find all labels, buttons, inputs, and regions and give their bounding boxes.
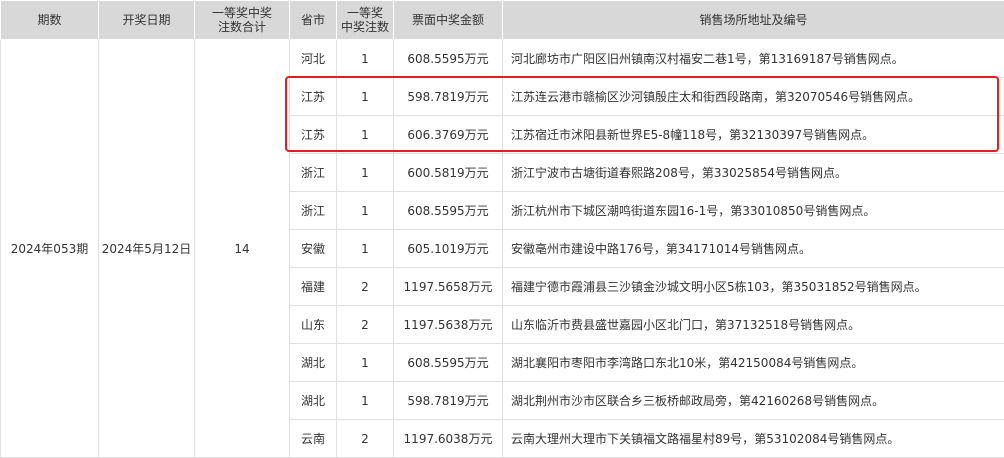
amount-cell: 600.5819万元 <box>394 154 503 192</box>
address-cell: 湖北襄阳市枣阳市李湾路口东北10米，第42150084号销售网点。 <box>503 344 1004 382</box>
count-cell: 1 <box>337 78 394 116</box>
address-cell: 江苏连云港市赣榆区沙河镇殷庄太和街西段路南，第32070546号销售网点。 <box>503 78 1004 116</box>
header-total-line2: 注数合计 <box>195 20 289 34</box>
header-total: 一等奖中奖 注数合计 <box>195 1 290 40</box>
address-cell: 浙江杭州市下城区潮鸣街道东园16-1号，第33010850号销售网点。 <box>503 192 1004 230</box>
draw-date-cell: 2024年5月12日 <box>99 40 195 458</box>
amount-cell: 598.7819万元 <box>394 78 503 116</box>
amount-cell: 605.1019万元 <box>394 230 503 268</box>
amount-cell: 608.5595万元 <box>394 344 503 382</box>
province-cell: 福建 <box>290 268 337 306</box>
count-cell: 2 <box>337 306 394 344</box>
province-cell: 湖北 <box>290 344 337 382</box>
province-cell: 湖北 <box>290 382 337 420</box>
amount-cell: 598.7819万元 <box>394 382 503 420</box>
address-cell: 浙江宁波市古塘街道春熙路208号，第33025854号销售网点。 <box>503 154 1004 192</box>
province-cell: 河北 <box>290 40 337 78</box>
header-row: 期数 开奖日期 一等奖中奖 注数合计 省市 一等奖 中奖注数 票面中奖金额 销售… <box>1 1 1004 40</box>
amount-cell: 1197.6038万元 <box>394 420 503 458</box>
header-total-line1: 一等奖中奖 <box>195 6 289 20</box>
count-cell: 1 <box>337 192 394 230</box>
province-cell: 安徽 <box>290 230 337 268</box>
table-row: 2024年053期 2024年5月12日 14 河北 1 608.5595万元 … <box>1 40 1004 78</box>
count-cell: 1 <box>337 154 394 192</box>
address-cell: 江苏宿迁市沭阳县新世界E5-8幢118号，第32130397号销售网点。 <box>503 116 1004 154</box>
header-count-line1: 一等奖 <box>337 6 393 20</box>
header-amount: 票面中奖金额 <box>394 1 503 40</box>
header-period: 期数 <box>1 1 99 40</box>
amount-cell: 608.5595万元 <box>394 192 503 230</box>
count-cell: 1 <box>337 344 394 382</box>
amount-cell: 608.5595万元 <box>394 40 503 78</box>
amount-cell: 606.3769万元 <box>394 116 503 154</box>
address-cell: 云南大理州大理市下关镇福文路福星村89号，第53102084号销售网点。 <box>503 420 1004 458</box>
amount-cell: 1197.5638万元 <box>394 306 503 344</box>
address-cell: 安徽亳州市建设中路176号，第34171014号销售网点。 <box>503 230 1004 268</box>
header-count: 一等奖 中奖注数 <box>337 1 394 40</box>
header-count-line2: 中奖注数 <box>337 20 393 34</box>
count-cell: 1 <box>337 230 394 268</box>
count-cell: 2 <box>337 268 394 306</box>
address-cell: 湖北荆州市沙市区联合乡三板桥邮政局旁，第42160268号销售网点。 <box>503 382 1004 420</box>
period-cell: 2024年053期 <box>1 40 99 458</box>
address-cell: 福建宁德市霞浦县三沙镇金沙城文明小区5栋103，第35031852号销售网点。 <box>503 268 1004 306</box>
count-cell: 2 <box>337 420 394 458</box>
count-cell: 1 <box>337 382 394 420</box>
total-cell: 14 <box>195 40 290 458</box>
province-cell: 云南 <box>290 420 337 458</box>
address-cell: 山东临沂市费县盛世嘉园小区北门口，第37132518号销售网点。 <box>503 306 1004 344</box>
page: 期数 开奖日期 一等奖中奖 注数合计 省市 一等奖 中奖注数 票面中奖金额 销售… <box>0 0 1004 456</box>
header-address: 销售场所地址及编号 <box>503 1 1004 40</box>
province-cell: 江苏 <box>290 116 337 154</box>
address-cell: 河北廊坊市广阳区旧州镇南汉村福安二巷1号，第13169187号销售网点。 <box>503 40 1004 78</box>
province-cell: 浙江 <box>290 154 337 192</box>
count-cell: 1 <box>337 116 394 154</box>
count-cell: 1 <box>337 40 394 78</box>
province-cell: 浙江 <box>290 192 337 230</box>
province-cell: 山东 <box>290 306 337 344</box>
header-province: 省市 <box>290 1 337 40</box>
province-cell: 江苏 <box>290 78 337 116</box>
winners-table: 期数 开奖日期 一等奖中奖 注数合计 省市 一等奖 中奖注数 票面中奖金额 销售… <box>0 0 1004 458</box>
amount-cell: 1197.5658万元 <box>394 268 503 306</box>
header-date: 开奖日期 <box>99 1 195 40</box>
